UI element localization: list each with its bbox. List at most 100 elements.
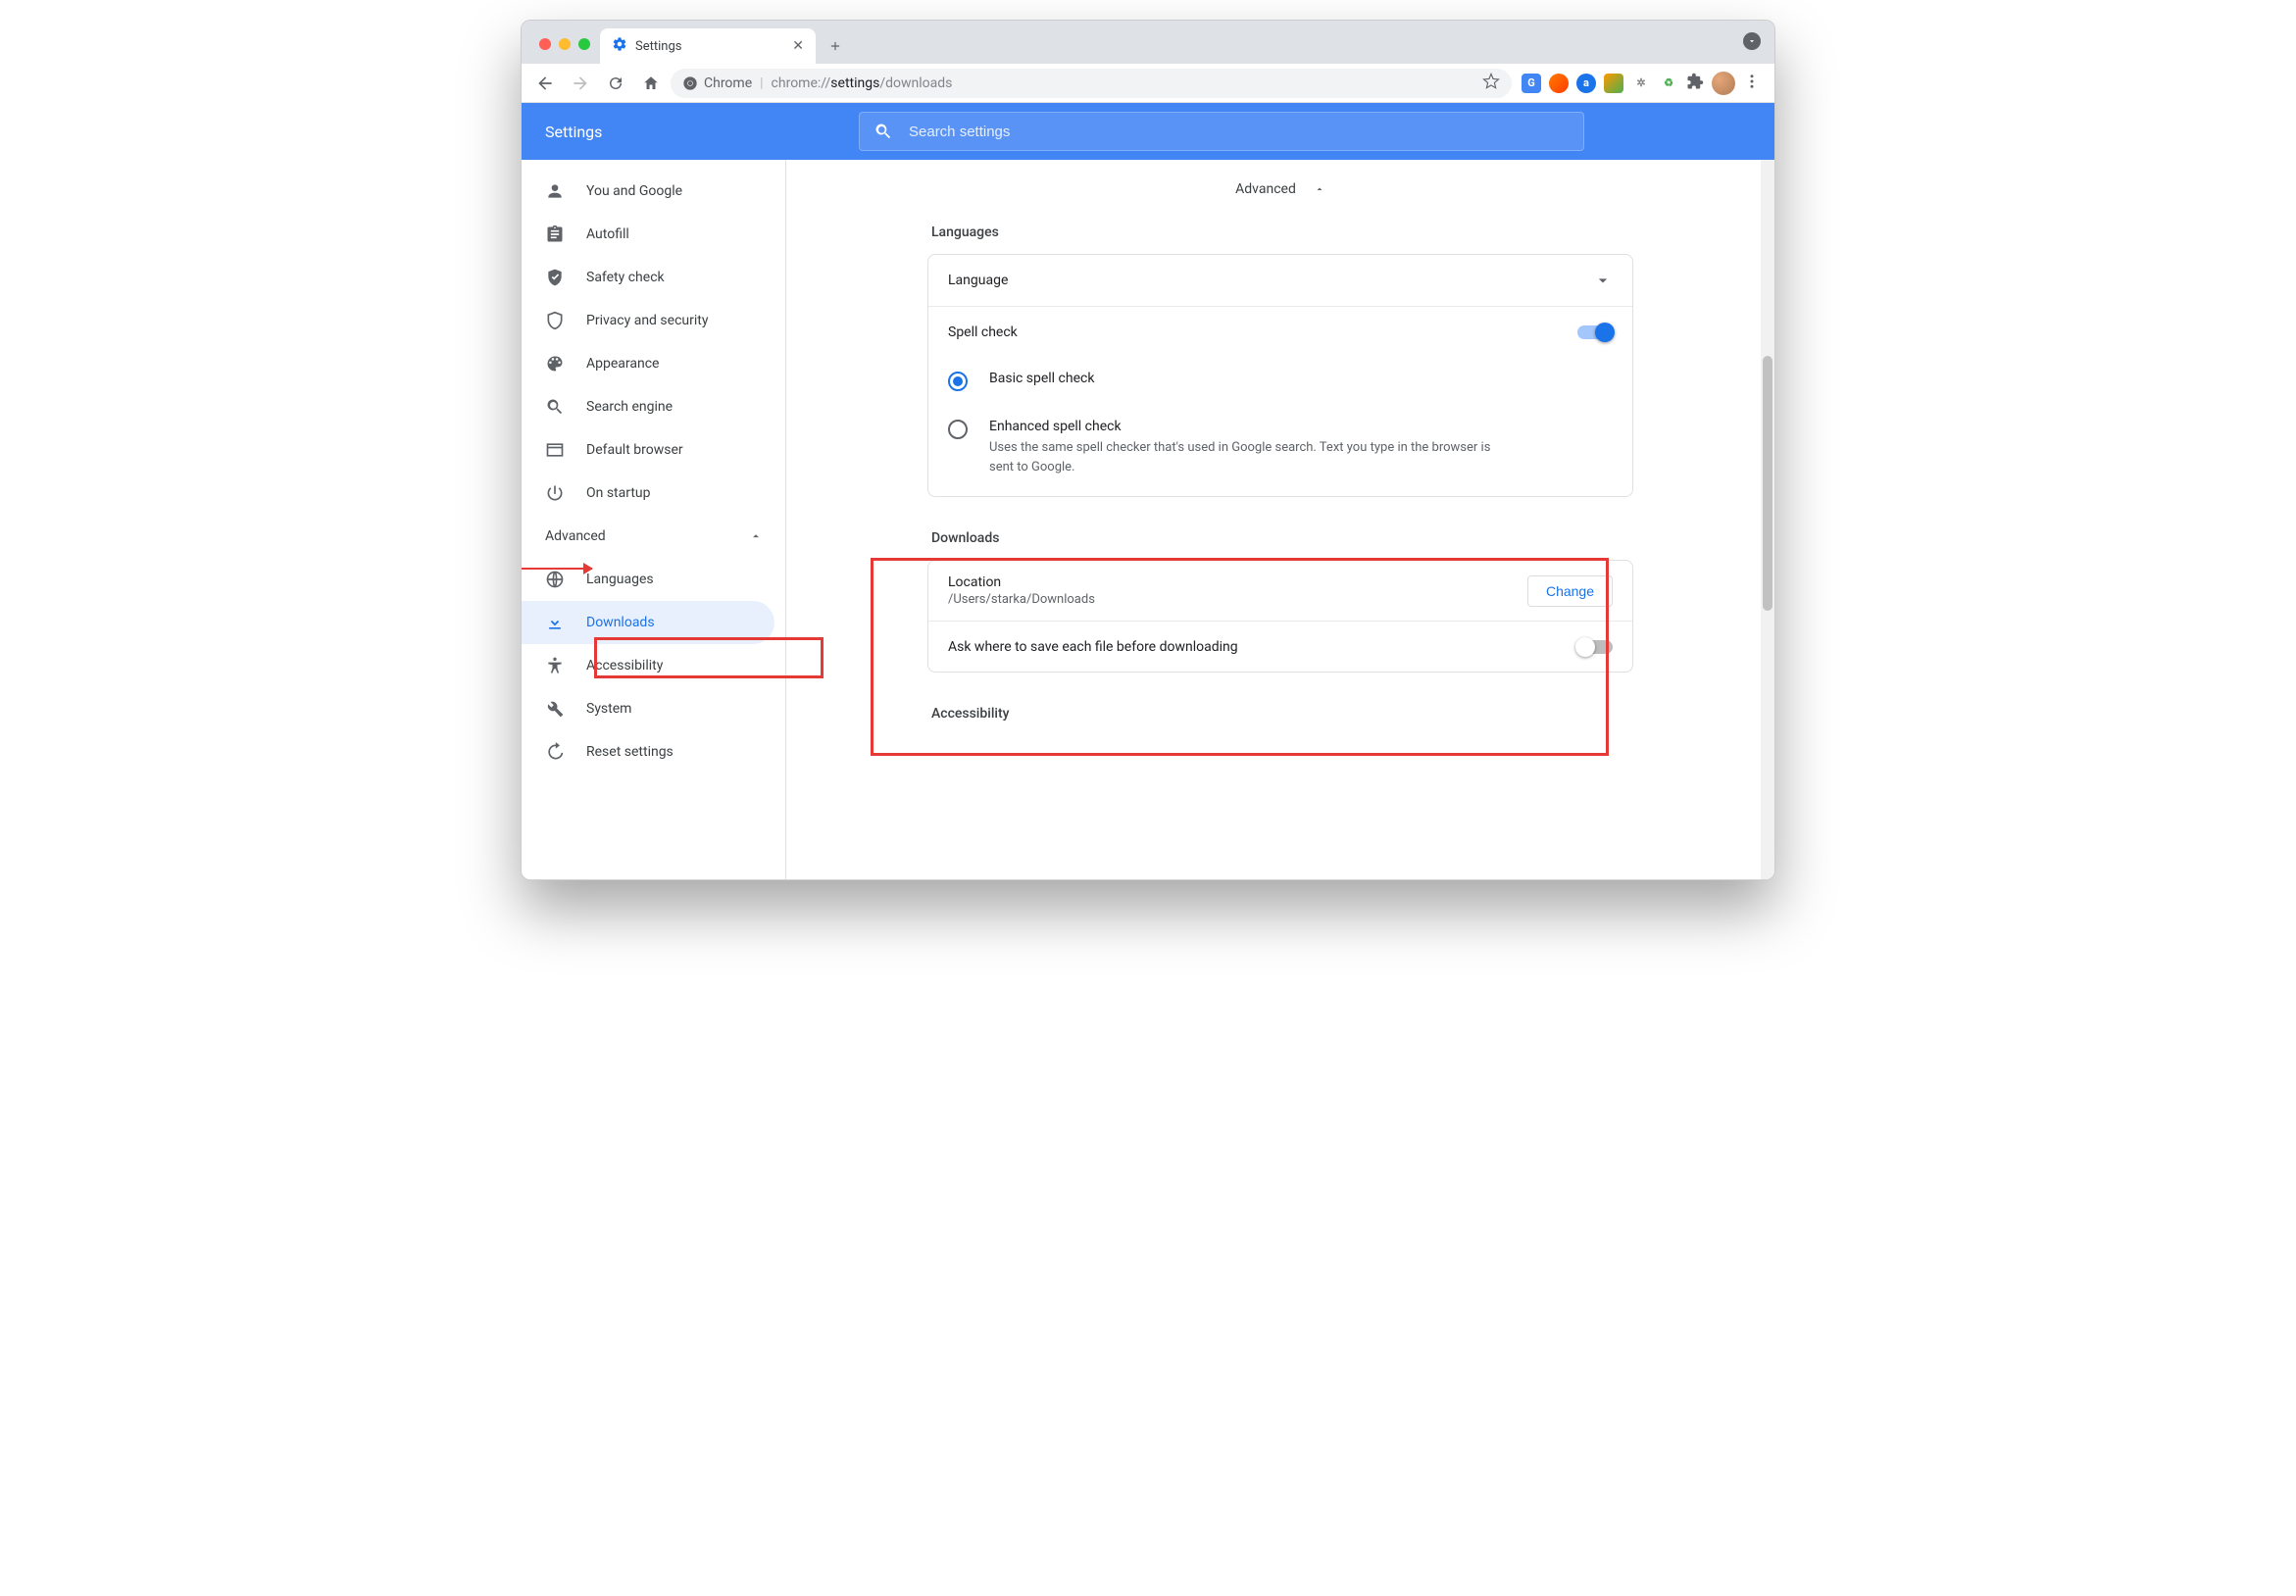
- search-settings[interactable]: [859, 112, 1584, 151]
- sidebar-item-appearance[interactable]: Appearance: [522, 342, 786, 385]
- section-title-languages: Languages: [927, 215, 1633, 254]
- site-info-icon[interactable]: Chrome: [682, 75, 752, 91]
- search-icon: [873, 122, 893, 141]
- sidebar-item-you-and-google[interactable]: You and Google: [522, 170, 786, 213]
- sidebar-item-label: System: [586, 701, 631, 717]
- section-title-downloads: Downloads: [927, 521, 1633, 560]
- clipboard-icon: [545, 224, 565, 244]
- sidebar-item-autofill[interactable]: Autofill: [522, 213, 786, 256]
- radio-icon[interactable]: [948, 420, 968, 439]
- sidebar-item-languages[interactable]: Languages: [522, 558, 786, 601]
- url-prefix: Chrome: [704, 75, 752, 91]
- download-icon: [545, 613, 565, 632]
- sidebar-item-label: Languages: [586, 572, 654, 587]
- new-tab-button[interactable]: [822, 32, 849, 60]
- sidebar-item-label: Downloads: [586, 615, 655, 630]
- sidebar-item-reset[interactable]: Reset settings: [522, 730, 786, 773]
- spellcheck-toggle[interactable]: [1577, 325, 1613, 339]
- forward-button[interactable]: [565, 68, 596, 99]
- power-icon: [545, 483, 565, 503]
- extension-icons: G a ✲ ♻: [1516, 72, 1767, 95]
- spellcheck-enhanced-option[interactable]: Enhanced spell check Uses the same spell…: [928, 405, 1632, 496]
- omnibox-separator: |: [760, 75, 763, 91]
- ask-where-toggle[interactable]: [1577, 640, 1613, 654]
- sidebar-item-search-engine[interactable]: Search engine: [522, 385, 786, 428]
- extension-icon[interactable]: ✲: [1631, 74, 1651, 93]
- search-icon: [545, 397, 565, 417]
- radio-icon[interactable]: [948, 372, 968, 391]
- sidebar-item-system[interactable]: System: [522, 687, 786, 730]
- window-close-button[interactable]: [539, 38, 551, 50]
- downloads-card: Location /Users/starka/Downloads Change …: [927, 560, 1633, 673]
- sidebar-item-safety-check[interactable]: Safety check: [522, 256, 786, 299]
- language-row-label: Language: [948, 273, 1008, 288]
- radio-label: Enhanced spell check: [989, 419, 1499, 434]
- url-text: chrome://settings/downloads: [772, 75, 953, 91]
- ask-where-to-save-row: Ask where to save each file before downl…: [928, 621, 1632, 672]
- main-panel: Advanced Languages Language Spell check: [786, 160, 1774, 879]
- spellcheck-label: Spell check: [948, 324, 1018, 340]
- globe-icon: [545, 570, 565, 589]
- sidebar-item-privacy[interactable]: Privacy and security: [522, 299, 786, 342]
- location-label: Location: [948, 574, 1095, 590]
- tab-close-icon[interactable]: ✕: [792, 38, 804, 54]
- search-input[interactable]: [909, 124, 1570, 140]
- extensions-menu-icon[interactable]: [1686, 73, 1704, 94]
- extension-icon[interactable]: [1549, 74, 1569, 93]
- sidebar-item-label: Accessibility: [586, 658, 663, 673]
- location-value: /Users/starka/Downloads: [948, 592, 1095, 607]
- window-controls: [529, 38, 600, 64]
- chrome-menu-icon[interactable]: [1743, 73, 1761, 94]
- extension-icon[interactable]: a: [1576, 74, 1596, 93]
- spellcheck-basic-option[interactable]: Basic spell check: [928, 357, 1632, 405]
- chevron-down-icon: [1593, 271, 1613, 290]
- scrollbar-thumb[interactable]: [1763, 356, 1772, 611]
- browser-icon: [545, 440, 565, 460]
- profile-avatar[interactable]: [1712, 72, 1735, 95]
- extension-icon[interactable]: G: [1522, 74, 1541, 93]
- sidebar-item-label: Default browser: [586, 442, 683, 458]
- home-button[interactable]: [635, 68, 667, 99]
- back-button[interactable]: [529, 68, 561, 99]
- advanced-section-toggle[interactable]: Advanced: [927, 172, 1633, 215]
- annotation-arrow: [522, 568, 592, 570]
- palette-icon: [545, 354, 565, 374]
- change-location-button[interactable]: Change: [1527, 575, 1613, 607]
- radio-label: Basic spell check: [989, 371, 1094, 386]
- sidebar-item-downloads[interactable]: Downloads: [522, 601, 774, 644]
- sidebar-item-label: Privacy and security: [586, 313, 708, 328]
- sidebar-item-default-browser[interactable]: Default browser: [522, 428, 786, 472]
- sidebar-item-accessibility[interactable]: Accessibility: [522, 644, 786, 687]
- ask-where-label: Ask where to save each file before downl…: [948, 639, 1238, 655]
- browser-window: Settings ✕ Chrome | chrome://settings/do…: [521, 20, 1775, 880]
- omnibox[interactable]: Chrome | chrome://settings/downloads: [671, 69, 1512, 98]
- language-row[interactable]: Language: [928, 255, 1632, 306]
- sidebar-advanced-toggle[interactable]: Advanced: [522, 515, 786, 558]
- settings-header: Settings: [522, 103, 1774, 160]
- spellcheck-row: Spell check: [928, 306, 1632, 357]
- sidebar-item-on-startup[interactable]: On startup: [522, 472, 786, 515]
- sidebar-item-label: Search engine: [586, 399, 673, 415]
- advanced-label: Advanced: [1235, 181, 1296, 197]
- extension-icon[interactable]: [1604, 74, 1623, 93]
- sidebar-item-label: Appearance: [586, 356, 659, 372]
- account-chevron-icon[interactable]: [1743, 32, 1761, 50]
- extension-icon[interactable]: ♻: [1659, 74, 1678, 93]
- bookmark-icon[interactable]: [1482, 73, 1500, 94]
- window-minimize-button[interactable]: [559, 38, 571, 50]
- languages-card: Language Spell check Basic spell check: [927, 254, 1633, 497]
- tab-strip: Settings ✕: [522, 21, 1774, 64]
- reload-button[interactable]: [600, 68, 631, 99]
- sidebar-item-label: Reset settings: [586, 744, 674, 760]
- sidebar-item-label: Autofill: [586, 226, 629, 242]
- window-zoom-button[interactable]: [578, 38, 590, 50]
- sidebar-advanced-label: Advanced: [545, 528, 606, 544]
- restore-icon: [545, 742, 565, 762]
- radio-description: Uses the same spell checker that's used …: [989, 438, 1499, 476]
- person-icon: [545, 181, 565, 201]
- accessibility-icon: [545, 656, 565, 675]
- chevron-up-icon: [749, 529, 763, 543]
- sidebar-item-label: You and Google: [586, 183, 682, 199]
- content: You and Google Autofill Safety check Pri…: [522, 160, 1774, 879]
- browser-tab[interactable]: Settings ✕: [600, 28, 816, 64]
